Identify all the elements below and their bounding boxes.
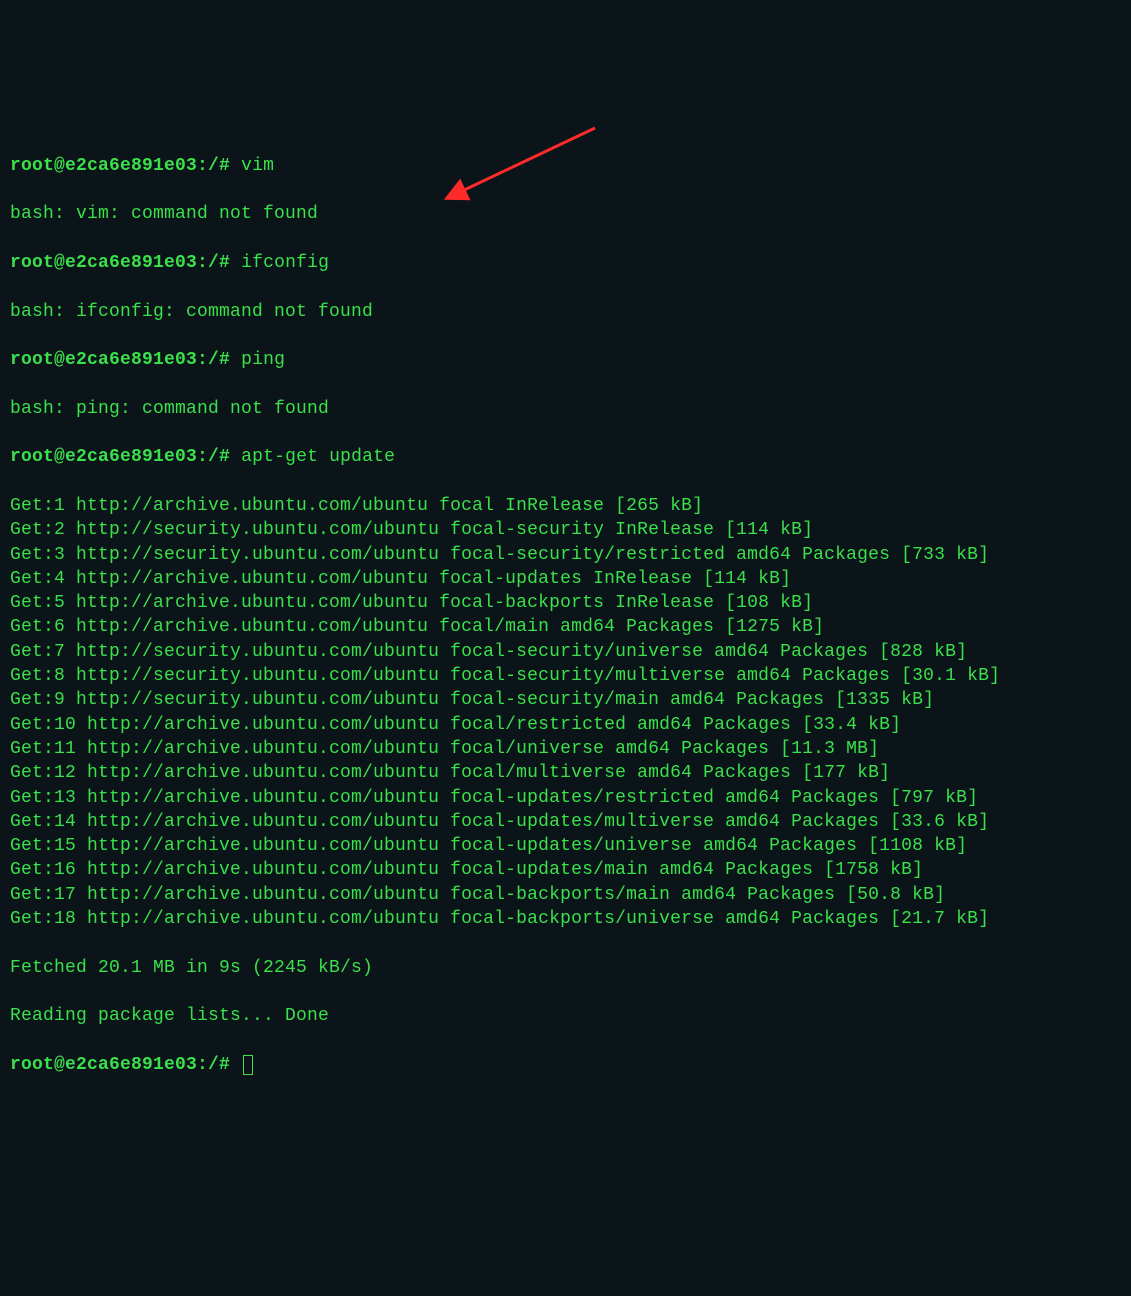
cmd-line-apt: root@e2ca6e891e03:/# apt-get update [10,445,1121,469]
apt-line: Get:17 http://archive.ubuntu.com/ubuntu … [10,883,1121,907]
cmd-line-empty[interactable]: root@e2ca6e891e03:/# [10,1053,1121,1077]
error-ping: bash: ping: command not found [10,397,1121,421]
prompt: root@e2ca6e891e03:/# [10,447,230,467]
apt-line: Get:5 http://archive.ubuntu.com/ubuntu f… [10,591,1121,615]
apt-line: Get:4 http://archive.ubuntu.com/ubuntu f… [10,567,1121,591]
apt-line: Get:13 http://archive.ubuntu.com/ubuntu … [10,786,1121,810]
prompt: root@e2ca6e891e03:/# [10,156,230,176]
apt-line: Get:6 http://archive.ubuntu.com/ubuntu f… [10,615,1121,639]
cmd-line-vim: root@e2ca6e891e03:/# vim [10,154,1121,178]
apt-line: Get:18 http://archive.ubuntu.com/ubuntu … [10,907,1121,931]
command-vim: vim [241,156,274,176]
apt-line: Get:15 http://archive.ubuntu.com/ubuntu … [10,834,1121,858]
apt-line: Get:9 http://security.ubuntu.com/ubuntu … [10,688,1121,712]
command-apt-update: apt-get update [241,447,395,467]
apt-line: Get:10 http://archive.ubuntu.com/ubuntu … [10,713,1121,737]
prompt: root@e2ca6e891e03:/# [10,253,230,273]
error-ifconfig: bash: ifconfig: command not found [10,300,1121,324]
apt-line: Get:14 http://archive.ubuntu.com/ubuntu … [10,810,1121,834]
cmd-line-ping: root@e2ca6e891e03:/# ping [10,348,1121,372]
apt-line: Get:1 http://archive.ubuntu.com/ubuntu f… [10,494,1121,518]
apt-line: Get:11 http://archive.ubuntu.com/ubuntu … [10,737,1121,761]
cursor-icon[interactable] [243,1055,253,1075]
fetched-line: Fetched 20.1 MB in 9s (2245 kB/s) [10,956,1121,980]
command-ping: ping [241,350,285,370]
apt-line: Get:3 http://security.ubuntu.com/ubuntu … [10,543,1121,567]
error-vim: bash: vim: command not found [10,202,1121,226]
apt-line: Get:8 http://security.ubuntu.com/ubuntu … [10,664,1121,688]
terminal[interactable]: root@e2ca6e891e03:/# vim bash: vim: comm… [10,105,1121,1125]
apt-line: Get:16 http://archive.ubuntu.com/ubuntu … [10,858,1121,882]
reading-line: Reading package lists... Done [10,1004,1121,1028]
command-ifconfig: ifconfig [241,253,329,273]
prompt: root@e2ca6e891e03:/# [10,1055,230,1075]
apt-output: Get:1 http://archive.ubuntu.com/ubuntu f… [10,494,1121,931]
apt-line: Get:7 http://security.ubuntu.com/ubuntu … [10,640,1121,664]
prompt: root@e2ca6e891e03:/# [10,350,230,370]
apt-line: Get:12 http://archive.ubuntu.com/ubuntu … [10,761,1121,785]
cmd-line-ifconfig: root@e2ca6e891e03:/# ifconfig [10,251,1121,275]
apt-line: Get:2 http://security.ubuntu.com/ubuntu … [10,518,1121,542]
